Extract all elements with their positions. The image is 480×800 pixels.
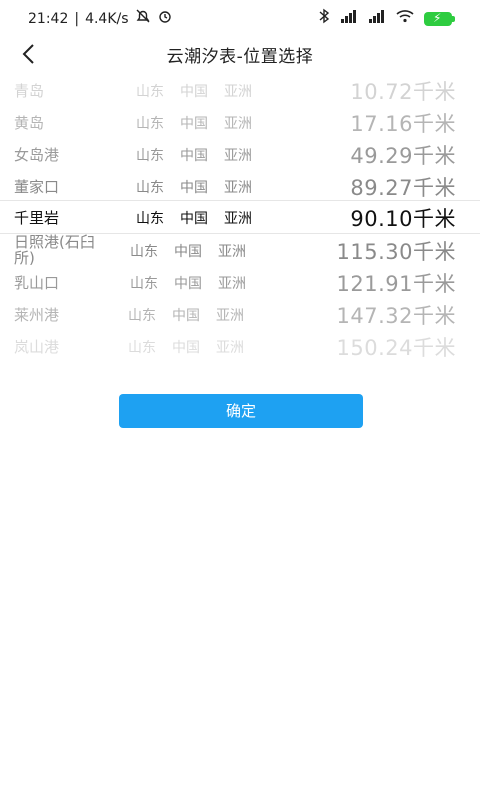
location-name: 黄岛 (14, 114, 45, 132)
distance-label: 17.16千米 (350, 112, 456, 136)
distance-label: 121.91千米 (336, 272, 456, 296)
continent-label: 亚洲 (224, 148, 252, 164)
location-name: 青岛 (14, 82, 45, 100)
picker-row[interactable]: 董家口 山东 中国 亚洲 89.27千米 (0, 170, 480, 202)
continent-label: 亚洲 (216, 340, 244, 356)
battery-charging-icon: ⚡ (424, 11, 455, 26)
province-label: 山东 (128, 308, 156, 324)
location-name: 千里岩 (14, 209, 60, 227)
location-name: 岚山港 (14, 338, 60, 356)
bluetooth-icon (318, 8, 330, 29)
province-label: 山东 (136, 211, 164, 227)
province-label: 山东 (130, 244, 158, 260)
location-name: 董家口 (14, 178, 60, 196)
province-label: 山东 (136, 116, 164, 132)
continent-label: 亚洲 (224, 180, 252, 196)
status-bar: 21:42 | 4.4K/s ⚡ (0, 0, 480, 34)
province-label: 山东 (136, 84, 164, 100)
country-label: 中国 (172, 340, 200, 356)
continent-label: 亚洲 (224, 84, 252, 100)
province-label: 山东 (136, 148, 164, 164)
country-label: 中国 (174, 244, 202, 260)
picker-row[interactable]: 日照港(石臼所) 山东 中国 亚洲 115.30千米 (0, 234, 480, 266)
picker-row[interactable]: 莱州港 山东 中国 亚洲 147.32千米 (0, 298, 480, 330)
location-name: 日照港(石臼所) (14, 233, 95, 267)
country-label: 中国 (180, 180, 208, 196)
confirm-button[interactable]: 确定 (119, 394, 363, 428)
picker-row[interactable]: 青岛 山东 中国 亚洲 10.72千米 (0, 74, 480, 106)
distance-label: 147.32千米 (336, 304, 456, 328)
distance-label: 90.10千米 (350, 207, 456, 231)
continent-label: 亚洲 (224, 211, 252, 227)
distance-label: 89.27千米 (350, 176, 456, 200)
location-name: 莱州港 (14, 306, 60, 324)
status-divider: | (74, 10, 80, 27)
province-label: 山东 (130, 276, 158, 292)
notification-off-icon (135, 8, 151, 29)
picker-row[interactable]: 乳山口 山东 中国 亚洲 121.91千米 (0, 266, 480, 298)
location-name: 乳山口 (14, 274, 60, 292)
nav-bar: 云潮汐表-位置选择 (0, 34, 480, 74)
location-name: 女岛港 (14, 146, 60, 164)
status-left: 21:42 | 4.4K/s (28, 8, 173, 29)
wifi-icon (396, 9, 414, 28)
alarm-icon (157, 8, 173, 29)
signal-icon (340, 9, 358, 28)
country-label: 中国 (180, 116, 208, 132)
province-label: 山东 (136, 180, 164, 196)
distance-label: 10.72千米 (350, 80, 456, 104)
country-label: 中国 (172, 308, 200, 324)
signal-icon (368, 9, 386, 28)
distance-label: 150.24千米 (336, 336, 456, 360)
continent-label: 亚洲 (224, 116, 252, 132)
distance-label: 115.30千米 (336, 240, 456, 264)
country-label: 中国 (180, 211, 208, 227)
picker-row[interactable]: 女岛港 山东 中国 亚洲 49.29千米 (0, 138, 480, 170)
page-title: 云潮汐表-位置选择 (166, 47, 314, 67)
picker-row[interactable]: 岚山港 山东 中国 亚洲 150.24千米 (0, 330, 480, 362)
status-right: ⚡ (318, 8, 455, 29)
network-speed: 4.4K/s (85, 10, 129, 27)
country-label: 中国 (180, 84, 208, 100)
distance-label: 49.29千米 (350, 144, 456, 168)
continent-label: 亚洲 (218, 276, 246, 292)
picker-row[interactable]: 黄岛 山东 中国 亚洲 17.16千米 (0, 106, 480, 138)
province-label: 山东 (128, 340, 156, 356)
picker-row-selected[interactable]: 千里岩 山东 中国 亚洲 90.10千米 (0, 200, 480, 234)
continent-label: 亚洲 (218, 244, 246, 260)
country-label: 中国 (174, 276, 202, 292)
country-label: 中国 (180, 148, 208, 164)
continent-label: 亚洲 (216, 308, 244, 324)
location-picker[interactable]: 青岛 山东 中国 亚洲 10.72千米 黄岛 山东 中国 亚洲 17.16千米 … (0, 74, 480, 364)
status-time: 21:42 (28, 10, 69, 27)
